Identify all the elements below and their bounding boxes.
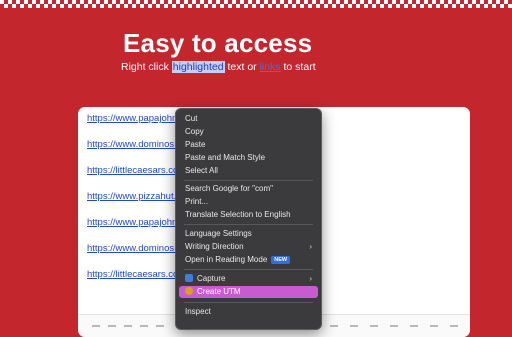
page-subtitle: Right click highlighted text or links to…	[121, 61, 316, 73]
subtitle-link-word: links	[259, 61, 281, 73]
link-item[interactable]: https://littlecaesars.co	[87, 165, 178, 176]
menu-item-inspect[interactable]: Inspect	[179, 306, 318, 318]
menu-item-translate[interactable]: Translate Selection to English	[179, 209, 318, 221]
toolbar-glyph[interactable]	[390, 325, 398, 327]
menu-item-cut[interactable]: Cut	[179, 113, 318, 125]
link-item[interactable]: https://www.dominos.	[87, 243, 177, 254]
menu-separator	[184, 302, 313, 303]
menu-item-create-utm[interactable]: Create UTM	[179, 286, 318, 298]
menu-separator	[184, 269, 313, 270]
menu-item-label: Open in Reading Mode	[185, 255, 268, 264]
chevron-right-icon: ›	[309, 274, 312, 283]
menu-item-search-google[interactable]: Search Google for "com"	[179, 183, 318, 195]
menu-item-paste-match-style[interactable]: Paste and Match Style	[179, 152, 318, 164]
toolbar-glyph[interactable]	[140, 325, 148, 327]
toolbar-glyph[interactable]	[156, 325, 164, 327]
menu-item-paste[interactable]: Paste	[179, 139, 318, 151]
link-item[interactable]: https://www.papajohn	[87, 113, 177, 124]
subtitle-highlighted-word: highlighted	[171, 61, 225, 73]
menu-separator	[184, 224, 313, 225]
capture-icon	[185, 274, 193, 282]
context-menu: Cut Copy Paste Paste and Match Style Sel…	[175, 108, 322, 330]
link-item[interactable]: https://www.papajohn	[87, 217, 177, 228]
menu-item-label: Writing Direction	[185, 242, 244, 251]
menu-item-reading-mode[interactable]: Open in Reading Mode NEW	[179, 254, 318, 266]
toolbar-glyph[interactable]	[370, 325, 378, 327]
menu-item-writing-direction[interactable]: Writing Direction ›	[179, 241, 318, 253]
utm-extension-icon	[185, 287, 193, 295]
toolbar-glyph[interactable]	[92, 325, 100, 327]
menu-item-label: Capture	[197, 274, 226, 283]
menu-item-print[interactable]: Print...	[179, 196, 318, 208]
toolbar-glyph[interactable]	[108, 325, 116, 327]
checkered-border	[0, 0, 512, 8]
menu-item-copy[interactable]: Copy	[179, 126, 318, 138]
toolbar-glyph[interactable]	[330, 325, 338, 327]
subtitle-text-end: to start	[280, 61, 316, 73]
subtitle-text-start: Right click	[121, 61, 172, 73]
menu-item-language-settings[interactable]: Language Settings	[179, 228, 318, 240]
chevron-right-icon: ›	[309, 242, 312, 251]
menu-item-select-all[interactable]: Select All	[179, 165, 318, 177]
toolbar-glyph[interactable]	[124, 325, 132, 327]
menu-item-label: Create UTM	[197, 287, 241, 296]
new-badge: NEW	[271, 256, 291, 264]
page-headline: Easy to access	[123, 28, 313, 58]
toolbar-glyph[interactable]	[410, 325, 418, 327]
toolbar-glyph[interactable]	[430, 325, 438, 327]
subtitle-text-mid: text or	[224, 61, 260, 73]
toolbar-glyph[interactable]	[350, 325, 358, 327]
menu-separator	[184, 180, 313, 181]
link-item[interactable]: https://www.dominos.	[87, 139, 177, 150]
toolbar-glyph[interactable]	[450, 325, 458, 327]
menu-item-capture[interactable]: Capture ›	[179, 273, 318, 285]
link-item[interactable]: https://www.pizzahut.	[87, 191, 176, 202]
link-item[interactable]: https://littlecaesars.co	[87, 269, 178, 280]
